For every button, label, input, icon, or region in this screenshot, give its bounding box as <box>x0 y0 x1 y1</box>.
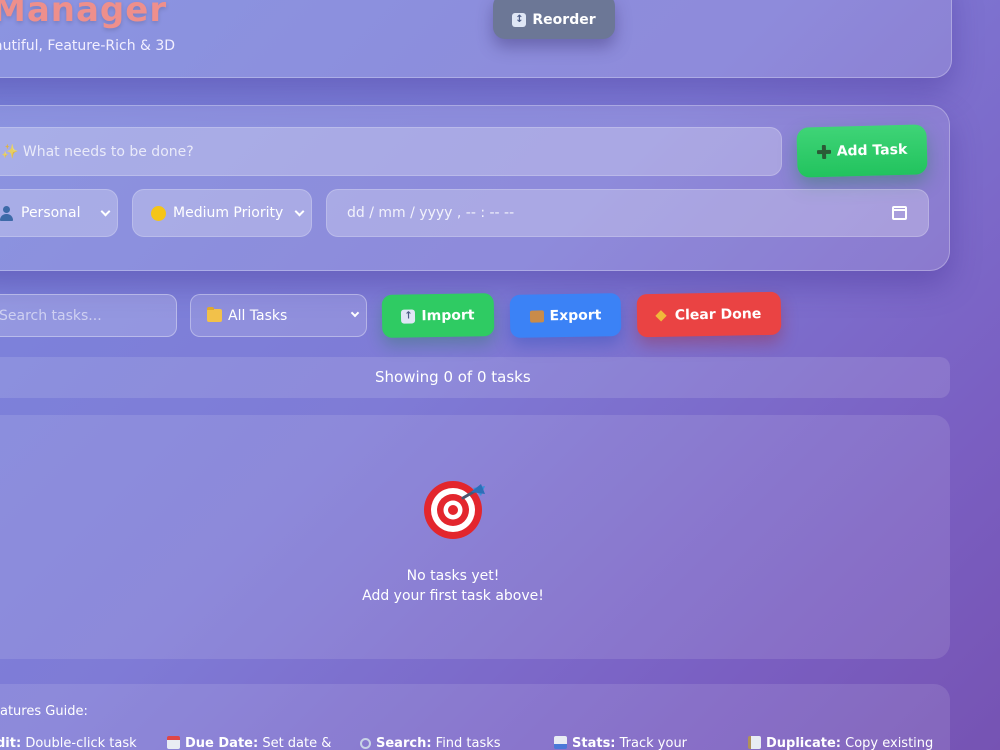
status-bar: Showing 0 of 0 tasks <box>0 357 950 398</box>
chevron-down-icon <box>100 206 111 217</box>
guide-item-stats: Stats: Track your <box>554 736 687 750</box>
guide-item-edit: dit: Double-click task <box>0 736 137 750</box>
due-date-input[interactable]: dd / mm / yyyy , -- : -- -- <box>326 189 929 237</box>
empty-state-title: No tasks yet! <box>406 568 500 584</box>
guide-item-label: dit: <box>0 736 22 750</box>
category-select[interactable]: Personal <box>0 189 118 237</box>
category-value: Personal <box>21 205 81 221</box>
export-label: Export <box>549 306 602 324</box>
yellow-circle-icon <box>151 205 166 221</box>
priority-select[interactable]: Medium Priority <box>132 189 312 237</box>
guide-item-duplicate: Duplicate: Copy existing <box>748 736 933 750</box>
guide-item-text: Double-click task <box>21 736 137 750</box>
chevron-down-icon <box>294 206 305 217</box>
guide-item-label: Due Date: <box>185 736 259 750</box>
add-task-label: Add Task <box>836 141 908 160</box>
bar-chart-icon <box>554 736 567 749</box>
empty-state-hint: Add your first task above! <box>362 588 544 604</box>
guide-item-text: Find tasks <box>431 736 501 750</box>
clipboard-icon <box>748 736 761 749</box>
filter-select[interactable]: All Tasks <box>190 294 367 337</box>
import-button[interactable]: ↑ Import <box>381 293 495 338</box>
task-input[interactable] <box>0 127 782 176</box>
guide-item-text: Copy existing <box>840 736 934 750</box>
task-count-text: Showing 0 of 0 tasks <box>375 368 531 386</box>
calendar-icon <box>167 736 180 749</box>
magnifier-icon <box>360 738 371 749</box>
reorder-button[interactable]: ↕ Reorder <box>493 0 615 39</box>
target-icon <box>424 481 485 539</box>
add-task-button[interactable]: Add Task <box>796 124 928 178</box>
guide-item-search: Search: Find tasks <box>360 736 501 750</box>
chevron-down-icon <box>350 308 360 318</box>
guide-item-text: Set date & <box>258 736 332 750</box>
calendar-icon[interactable] <box>892 206 907 220</box>
reorder-arrows-icon: ↕ <box>512 12 527 27</box>
features-guide-title: eatures Guide: <box>0 704 88 719</box>
filter-value: All Tasks <box>228 307 288 324</box>
folder-icon <box>207 307 222 322</box>
person-icon <box>0 205 14 221</box>
reorder-label: Reorder <box>532 11 596 28</box>
app-title: Manager <box>0 0 168 30</box>
priority-value: Medium Priority <box>173 205 284 221</box>
upload-icon: ↑ <box>401 308 416 324</box>
search-input[interactable] <box>0 294 177 337</box>
export-button[interactable]: Export <box>509 293 622 338</box>
date-placeholder: dd / mm / yyyy , -- : -- -- <box>347 205 515 221</box>
clear-done-label: Clear Done <box>674 305 762 324</box>
plus-icon <box>817 145 831 159</box>
guide-item-label: Stats: <box>572 736 616 750</box>
broom-icon <box>655 309 667 321</box>
outbox-icon <box>529 309 544 323</box>
guide-item-label: Duplicate: <box>766 736 841 750</box>
clear-done-button[interactable]: Clear Done <box>636 291 782 338</box>
import-label: Import <box>421 306 475 324</box>
guide-item-due-date: Due Date: Set date & <box>167 736 331 750</box>
app-subtitle: autiful, Feature-Rich & 3D <box>0 38 176 54</box>
guide-item-text: Track your <box>615 736 688 750</box>
guide-item-label: Search: <box>376 736 432 750</box>
